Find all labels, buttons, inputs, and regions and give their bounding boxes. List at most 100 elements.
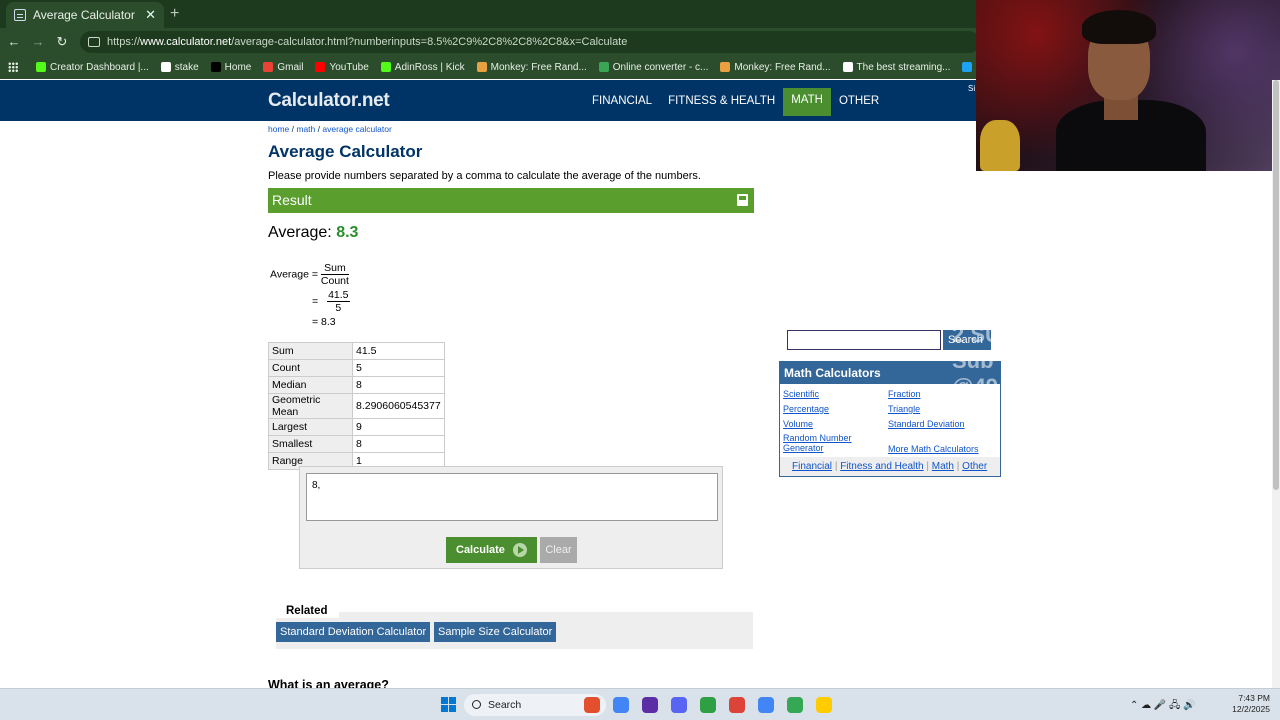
formula-equals: = [312,295,319,308]
footer-fitness-health[interactable]: Fitness and Health [840,461,923,472]
breadcrumb-math[interactable]: math [296,124,315,134]
taskbar-app-icon[interactable] [642,697,658,713]
nav-other[interactable]: OTHER [831,92,887,116]
taskbar-app-icon[interactable] [758,697,774,713]
calculator-favicon-icon [14,9,26,21]
calculate-label: Calculate [456,544,505,556]
taskbar-app-icon[interactable] [671,697,687,713]
stat-key: Sum [268,342,353,360]
bookmark-favicon-icon [598,62,609,72]
site-search-input[interactable] [787,330,941,350]
bookmark-favicon-icon [36,62,46,72]
bookmark-item[interactable]: Home [210,61,252,73]
nav-financial[interactable]: FINANCIAL [584,92,660,116]
fraction-denominator: 5 [335,302,342,314]
category-footer: Financial | Fitness and Health | Math | … [780,457,1000,476]
bookmark-item[interactable]: Monkey: Free Rand... [476,61,587,73]
bookmark-item[interactable]: Online converter - c... [598,62,708,73]
stat-key: Smallest [268,435,353,453]
link-fraction[interactable]: Fraction [888,389,921,399]
taskbar-app-icon[interactable] [816,697,832,713]
breadcrumb-current[interactable]: average calculator [322,124,391,134]
logo-main: Calculator [268,90,357,111]
result-label: Result [272,192,312,208]
breadcrumb-home[interactable]: home [268,124,289,134]
bookmark-label: Monkey: Free Rand... [490,61,587,73]
scrollbar-thumb[interactable] [1273,80,1279,490]
average-label: Average: [268,224,337,241]
bookmark-label: Home [224,61,252,73]
bookmark-label: Monkey: Free Rand... [734,61,831,73]
stat-value: 8 [352,435,445,453]
browser-tab[interactable]: Average Calculator ✕ [6,2,164,28]
taskbar-app-icon[interactable] [787,697,803,713]
table-row: Largest 9 [268,418,445,436]
bookmark-item[interactable]: Monkey: Free Rand... [720,61,831,73]
link-more-math-calculators[interactable]: More Math Calculators [888,444,979,454]
page-scrollbar[interactable] [1272,80,1280,688]
numbers-input[interactable]: 8, [306,473,718,521]
url-path: /average-calculator.html?numberinputs=8.… [231,36,628,48]
bookmark-item[interactable]: YouTube [315,62,369,73]
bookmark-label: AdinRoss | Kick [394,61,465,73]
result-header: Result [268,188,754,213]
clear-button[interactable]: Clear [540,537,577,563]
bookmark-item[interactable]: stake [160,62,199,73]
related-sample-size-link[interactable]: Sample Size Calculator [434,622,557,642]
footer-financial[interactable]: Financial [792,461,832,472]
related-standard-deviation-link[interactable]: Standard Deviation Calculator [276,622,431,642]
calculate-button[interactable]: Calculate [446,537,537,563]
table-row: Sum 41.5 [268,342,445,360]
bookmark-favicon-icon [720,62,731,72]
nav-math[interactable]: MATH [783,88,831,116]
footer-math[interactable]: Math [932,461,954,472]
taskbar-app-icon[interactable] [700,697,716,713]
nav-fitness-health[interactable]: FITNESS & HEALTH [660,92,783,116]
webcam-person-hair [1082,10,1156,44]
bookmark-label: Gmail [277,61,304,73]
related-heading: Related [276,602,339,618]
bookmark-item[interactable]: Gmail [263,62,303,73]
forward-arrow-icon[interactable]: → [26,34,50,49]
table-row: Smallest 8 [268,435,445,453]
bookmark-item[interactable]: The best streaming... [842,62,950,73]
webcam-overlay [976,0,1280,171]
footer-separator: | [956,461,960,472]
link-random-number-generator[interactable]: Random Number Generator [783,433,873,453]
footer-other[interactable]: Other [962,461,987,472]
taskbar-app-icon[interactable] [729,697,745,713]
link-percentage[interactable]: Percentage [783,404,829,414]
stat-value: 41.5 [352,342,445,360]
bookmark-item[interactable]: Creator Dashboard |... [36,62,149,73]
footer-separator: | [834,461,838,472]
intro-text: Please provide numbers separated by a co… [268,170,701,182]
table-row: Count 5 [268,359,445,377]
average-value: 8.3 [336,224,359,241]
reload-icon[interactable]: ↻ [50,34,74,50]
link-triangle[interactable]: Triangle [888,404,920,414]
sign-in-link[interactable]: Si [968,84,975,93]
table-row: Median 8 [268,376,445,394]
site-info-icon[interactable] [88,37,100,47]
close-tab-icon[interactable]: ✕ [145,7,156,23]
stat-value: 8 [352,376,445,394]
bookmark-label: Creator Dashboard |... [50,61,149,73]
save-icon[interactable] [737,194,748,206]
taskbar-app-icon[interactable] [613,697,629,713]
windows-start-icon[interactable] [441,697,456,712]
address-bar[interactable]: https://www.calculator.net/average-calcu… [80,31,980,53]
taskbar-clock[interactable]: 7:43 PM 12/2/2025 [1226,693,1270,715]
apps-grid-icon[interactable] [8,62,18,72]
link-volume[interactable]: Volume [783,419,813,429]
link-scientific[interactable]: Scientific [783,389,819,399]
link-standard-deviation[interactable]: Standard Deviation [888,419,965,429]
back-arrow-icon[interactable]: ← [2,34,26,49]
bookmark-item[interactable]: AdinRoss | Kick [380,61,465,73]
new-tab-button[interactable]: + [170,5,179,23]
system-tray[interactable]: ⌃ ☁ 🎤 🖧 🔊 [1130,698,1196,715]
site-logo[interactable]: Calculator.net [268,90,390,112]
taskbar-app-icon[interactable] [584,697,600,713]
related-section: Standard Deviation Calculator Sample Siz… [276,612,753,649]
footer-separator: | [926,461,929,472]
overlay-sub-goal-text: 2 SU [952,322,1001,347]
